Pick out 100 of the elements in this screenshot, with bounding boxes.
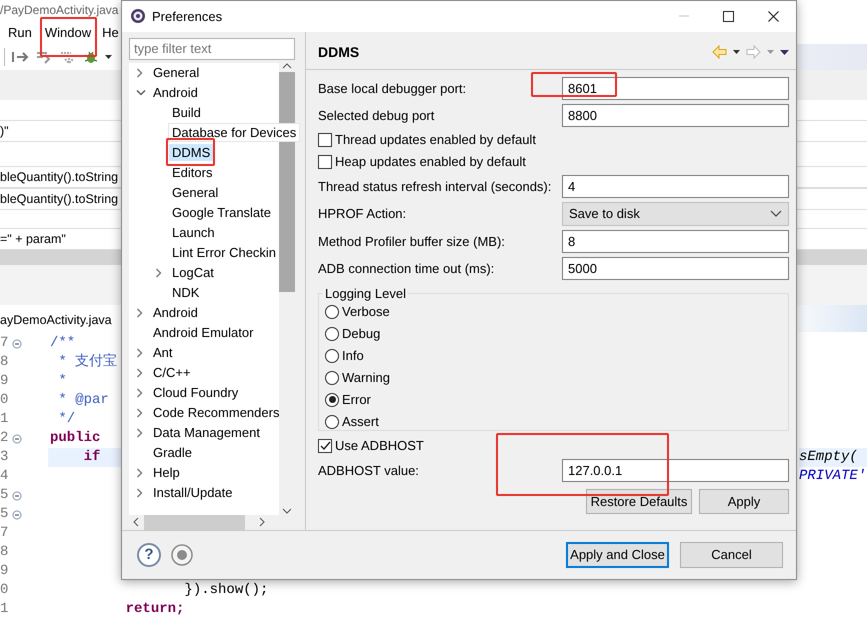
code-text: */ <box>57 411 76 427</box>
line-number: 5 <box>0 486 10 505</box>
radio-button[interactable] <box>325 414 339 429</box>
menu-caret-icon[interactable] <box>780 50 789 55</box>
code-text: if <box>82 449 100 465</box>
scrollbar-thumb[interactable] <box>144 514 245 530</box>
radio-button[interactable] <box>325 304 339 319</box>
checkbox[interactable] <box>318 154 332 169</box>
caret-icon <box>767 50 774 54</box>
fold-icon[interactable] <box>12 434 22 444</box>
list-row: bleQuantity().toString <box>0 170 118 184</box>
gear-icon <box>130 8 146 24</box>
checkbox[interactable] <box>318 438 332 453</box>
radio-label: Error <box>342 392 371 408</box>
field-label: ADBHOST value: <box>318 462 420 478</box>
tree-item[interactable]: Editors <box>169 164 216 182</box>
menu-item[interactable]: Window <box>44 24 92 42</box>
line-number: 0 <box>0 391 10 410</box>
window-title: /PayDemoActivity.java <box>0 3 118 17</box>
tree-item[interactable]: Ant <box>150 344 176 362</box>
menu-item[interactable]: Run <box>8 24 32 42</box>
code-text: public <box>50 430 100 446</box>
scroll-left-icon[interactable] <box>133 517 140 528</box>
tree-item[interactable]: Gradle <box>150 444 196 462</box>
step-over-icon[interactable] <box>35 49 53 65</box>
line-number: 8 <box>0 353 10 372</box>
tree-item[interactable]: Data Management <box>150 424 263 442</box>
dropdown[interactable]: Save to disk <box>562 202 789 226</box>
tree-item[interactable]: Google Translate <box>169 204 274 222</box>
code-text: * 支付宝 <box>57 354 118 370</box>
scroll-right-icon[interactable] <box>259 517 266 528</box>
line-number: 9 <box>0 562 10 581</box>
text-field[interactable]: 8601 <box>562 76 789 100</box>
field-label: Method Profiler buffer size (MB): <box>318 234 506 249</box>
tree-item[interactable]: Cloud Foundry <box>150 384 242 402</box>
tree-item[interactable]: LogCat <box>169 264 217 282</box>
tree-item[interactable]: Android <box>150 304 201 322</box>
tree-item[interactable]: Lint Error Checkin <box>169 244 280 262</box>
scroll-down-icon[interactable] <box>282 508 292 515</box>
record-icon[interactable] <box>171 544 193 566</box>
fold-icon[interactable] <box>12 338 22 348</box>
tree-item[interactable]: General <box>169 184 222 202</box>
code-text: PRIVATE' <box>799 468 866 484</box>
line-number: 1 <box>0 410 10 429</box>
tree-item[interactable]: Help <box>150 464 183 482</box>
tree-item[interactable]: Code Recommenders <box>150 404 282 422</box>
fold-icon[interactable] <box>12 490 22 500</box>
bug-icon[interactable] <box>83 49 99 65</box>
line-number: 4 <box>0 467 10 486</box>
tree-item[interactable]: Install/Update <box>150 484 236 502</box>
code-text: return; <box>124 601 184 617</box>
tree-item[interactable]: NDK <box>169 284 202 302</box>
checkbox-label: Use ADBHOST <box>335 438 424 454</box>
checkbox[interactable] <box>318 132 332 147</box>
text-field[interactable]: 127.0.0.1 <box>562 458 789 482</box>
radio-button[interactable] <box>325 326 339 341</box>
caret-icon[interactable] <box>733 50 740 54</box>
line-number: 2 <box>0 429 10 448</box>
step-icon[interactable] <box>11 49 29 65</box>
radio-button[interactable] <box>325 392 339 407</box>
code-text: }).show(); <box>183 582 268 598</box>
radio-button[interactable] <box>325 348 339 363</box>
dropdown-value: Save to disk <box>569 206 640 222</box>
tree-item[interactable]: Launch <box>169 224 218 242</box>
filter-field[interactable]: type filter text <box>129 38 295 60</box>
line-number: 0 <box>0 581 10 600</box>
line-number: 1 <box>0 600 10 619</box>
apply-and-close-button[interactable]: Apply and Close <box>566 542 669 568</box>
tree-item[interactable]: Android Emulator <box>150 324 256 342</box>
list-row: )" <box>0 124 9 138</box>
fold-icon[interactable] <box>12 510 22 520</box>
field-label: ADB connection time out (ms): <box>318 260 496 276</box>
list-row: =" + param" <box>0 232 66 246</box>
line-number: 7 <box>0 334 10 353</box>
text-field[interactable]: 8 <box>562 230 789 253</box>
tree-item[interactable]: General <box>150 64 202 82</box>
text-field[interactable]: 8800 <box>562 104 789 127</box>
menu-item[interactable]: He <box>102 24 119 42</box>
tree-item[interactable]: DDMS <box>169 144 214 162</box>
list-row: bleQuantity().toString <box>0 192 118 206</box>
checkbox-label: Heap updates enabled by default <box>335 154 526 170</box>
apply-button[interactable]: Apply <box>699 488 789 514</box>
help-icon[interactable]: ? <box>137 542 161 567</box>
tree-item[interactable]: Android <box>150 84 201 102</box>
tree-item[interactable]: C/C++ <box>150 364 194 382</box>
cancel-button[interactable]: Cancel <box>680 542 783 568</box>
radio-button[interactable] <box>325 370 339 385</box>
restore-defaults-button[interactable]: Restore Defaults <box>586 488 692 514</box>
chevron-down-icon <box>770 210 782 218</box>
caret-icon[interactable] <box>105 55 112 59</box>
check-icon <box>320 440 330 451</box>
code-text: /** <box>50 335 76 351</box>
text-field[interactable]: 5000 <box>562 256 789 280</box>
maximize-icon[interactable] <box>723 10 734 22</box>
chevron-down-icon[interactable] <box>136 88 146 98</box>
tree-item[interactable]: Build <box>169 104 204 122</box>
field-label: Base local debugger port: <box>318 80 468 96</box>
scroll-up-icon[interactable] <box>282 62 292 70</box>
close-icon[interactable] <box>768 10 779 22</box>
text-field[interactable]: 4 <box>562 174 789 198</box>
